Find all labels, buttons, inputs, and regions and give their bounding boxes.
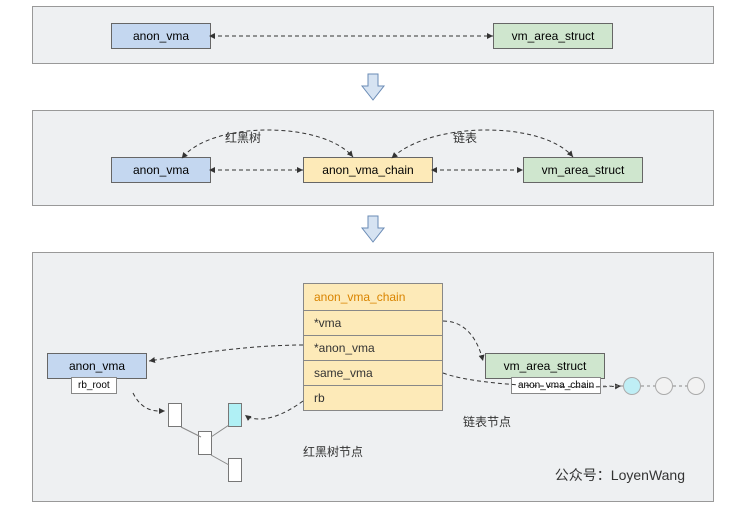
- panel-2: anon_vma anon_vma_chain vm_area_struct 红…: [32, 110, 714, 206]
- panel-1: anon_vma vm_area_struct: [32, 6, 714, 64]
- label-vm-area-struct-3: vm_area_struct: [504, 359, 587, 373]
- box-anon-vma-1: anon_vma: [111, 23, 211, 49]
- struct-field-rb: rb: [304, 386, 442, 410]
- badge-rb-root: rb_root: [71, 377, 117, 394]
- credit-text: 公众号：LoyenWang: [555, 465, 685, 485]
- box-vm-area-struct-1: vm_area_struct: [493, 23, 613, 49]
- tree-node-right: [228, 403, 242, 427]
- box-vm-area-struct-3: vm_area_struct: [485, 353, 605, 379]
- badge-anon-vma-chain: anon_vma_chain: [511, 377, 601, 394]
- label-anon-vma-chain-2: anon_vma_chain: [322, 163, 413, 177]
- label-rbtree: 红黑树: [225, 129, 261, 146]
- list-node-3: [687, 377, 705, 395]
- label-vm-area-struct: vm_area_struct: [512, 29, 595, 43]
- struct-field-anon-vma: *anon_vma: [304, 336, 442, 361]
- box-anon-vma-chain-2: anon_vma_chain: [303, 157, 433, 183]
- tree-node-bottom: [228, 458, 242, 482]
- label-anon-vma-3: anon_vma: [69, 359, 125, 373]
- box-anon-vma-2: anon_vma: [111, 157, 211, 183]
- struct-field-vma: *vma: [304, 311, 442, 336]
- label-anon-vma: anon_vma: [133, 29, 189, 43]
- label-rb-node: 红黑树节点: [303, 443, 363, 460]
- down-arrow-icon-1: [358, 72, 388, 102]
- down-arrow-icon-2: [358, 214, 388, 244]
- struct-title: anon_vma_chain: [304, 284, 442, 311]
- label-anon-vma-2: anon_vma: [133, 163, 189, 177]
- tree-node-left: [198, 431, 212, 455]
- label-list: 链表: [453, 129, 477, 146]
- struct-anon-vma-chain: anon_vma_chain *vma *anon_vma same_vma r…: [303, 283, 443, 411]
- panel-3: anon_vma rb_root anon_vma_chain *vma *an…: [32, 252, 714, 502]
- list-node-1: [623, 377, 641, 395]
- tree-node-root: [168, 403, 182, 427]
- struct-field-same-vma: same_vma: [304, 361, 442, 386]
- label-list-node: 链表节点: [463, 413, 511, 430]
- list-node-2: [655, 377, 673, 395]
- box-anon-vma-3: anon_vma: [47, 353, 147, 379]
- box-vm-area-struct-2: vm_area_struct: [523, 157, 643, 183]
- label-vm-area-struct-2: vm_area_struct: [542, 163, 625, 177]
